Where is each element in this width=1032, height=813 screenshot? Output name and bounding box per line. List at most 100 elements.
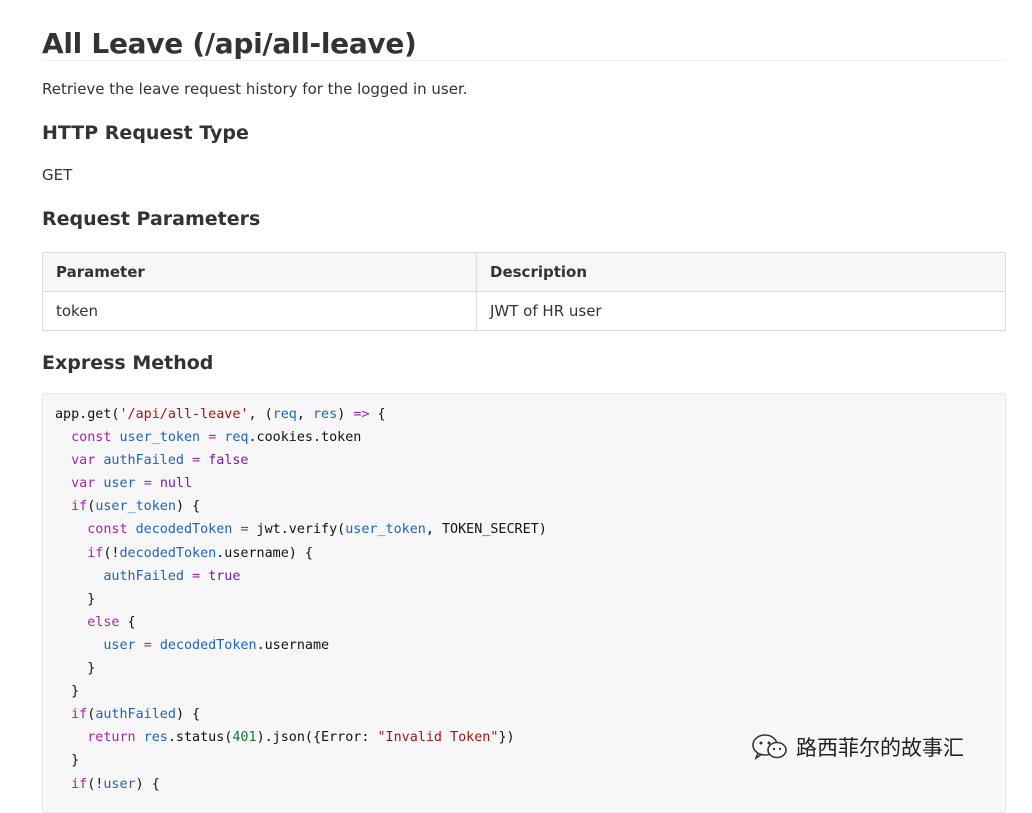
section-heading-request-type: HTTP Request Type (42, 122, 249, 144)
code-token: authFailed (95, 707, 176, 723)
code-token: 401 (232, 730, 257, 746)
code-line: if(!user) { (55, 773, 993, 796)
code-token: user (103, 476, 136, 492)
code-token: , (296, 407, 313, 422)
cell-description: JWT of HR user (476, 291, 1006, 331)
intro-text: Retrieve the leave request history for t… (42, 80, 468, 98)
code-token: const (71, 430, 112, 446)
section-heading-request-params: Request Parameters (42, 208, 261, 230)
code-line: var authFailed = false (55, 449, 993, 472)
code-token: false (208, 453, 249, 469)
watermark: 路西菲尔的故事汇 (750, 732, 964, 762)
code-token: var (71, 453, 96, 469)
code-token: const (87, 522, 128, 538)
code-line: if(user_token) { (55, 495, 993, 518)
code-token: } (55, 591, 96, 607)
code-token: = (143, 476, 152, 492)
watermark-text: 路西菲尔的故事汇 (796, 736, 964, 760)
code-token: (! (103, 545, 120, 561)
code-token: decodedToken (135, 522, 233, 538)
code-token: else (87, 614, 120, 630)
code-token: ) (337, 407, 354, 422)
code-token: user (103, 776, 136, 792)
code-token: ).json({Error: (256, 730, 378, 746)
code-line: } (55, 588, 993, 611)
col-header-parameter: Parameter (42, 252, 477, 292)
code-token: .cookies.token (248, 430, 362, 446)
code-token: = (192, 568, 201, 584)
code-line: if(authFailed) { (55, 703, 993, 726)
code-token: } (55, 684, 80, 700)
code-token: , TOKEN_SECRET) (425, 522, 547, 538)
code-token: .username (256, 637, 330, 653)
code-token: decodedToken (119, 545, 217, 561)
code-token: true (208, 568, 241, 584)
code-line: var user = null (55, 472, 993, 495)
code-token: if (71, 707, 88, 723)
title-divider (42, 60, 1006, 61)
code-line: else { (55, 611, 993, 634)
table-row: token JWT of HR user (42, 291, 1006, 331)
code-token: = (192, 453, 201, 469)
code-token: { (369, 407, 386, 422)
code-token: user_token (345, 522, 426, 538)
code-token: if (71, 499, 88, 515)
code-line: if(!decodedToken.username) { (55, 542, 993, 565)
code-token: .username) { (216, 545, 313, 561)
code-token: }) (498, 730, 515, 746)
code-token: user_token (119, 430, 201, 446)
code-line: app.get('/api/all-leave', (req, res) => … (55, 403, 993, 426)
code-token: app.get( (55, 407, 120, 422)
code-token: authFailed (103, 453, 184, 469)
code-token: => (353, 407, 370, 422)
code-token: authFailed (103, 568, 184, 584)
code-token: if (87, 545, 104, 561)
col-header-description: Description (476, 252, 1006, 292)
code-token: { (119, 614, 136, 630)
code-line: const decodedToken = jwt.verify(user_tok… (55, 518, 993, 541)
code-token: res (143, 730, 168, 746)
code-token: .status( (167, 730, 233, 746)
code-token: res (313, 407, 338, 422)
code-token: ) { (175, 707, 201, 723)
code-line: user = decodedToken.username (55, 634, 993, 657)
code-token: } (55, 661, 96, 677)
code-token: (! (87, 776, 104, 792)
code-token: ) { (175, 499, 201, 515)
code-token: "Invalid Token" (377, 730, 499, 746)
section-heading-express-method: Express Method (42, 352, 214, 374)
code-line: authFailed = true (55, 565, 993, 588)
table-header-row: Parameter Description (42, 252, 1006, 292)
page-title: All Leave (/api/all-leave) (42, 27, 417, 60)
code-token: user (103, 637, 136, 653)
code-token: req (272, 407, 297, 422)
code-token: return (87, 730, 136, 746)
code-token: decodedToken (159, 637, 257, 653)
code-token: null (159, 476, 193, 492)
code-token: req (224, 430, 249, 446)
code-token: = (143, 637, 152, 653)
code-token: var (71, 476, 96, 492)
